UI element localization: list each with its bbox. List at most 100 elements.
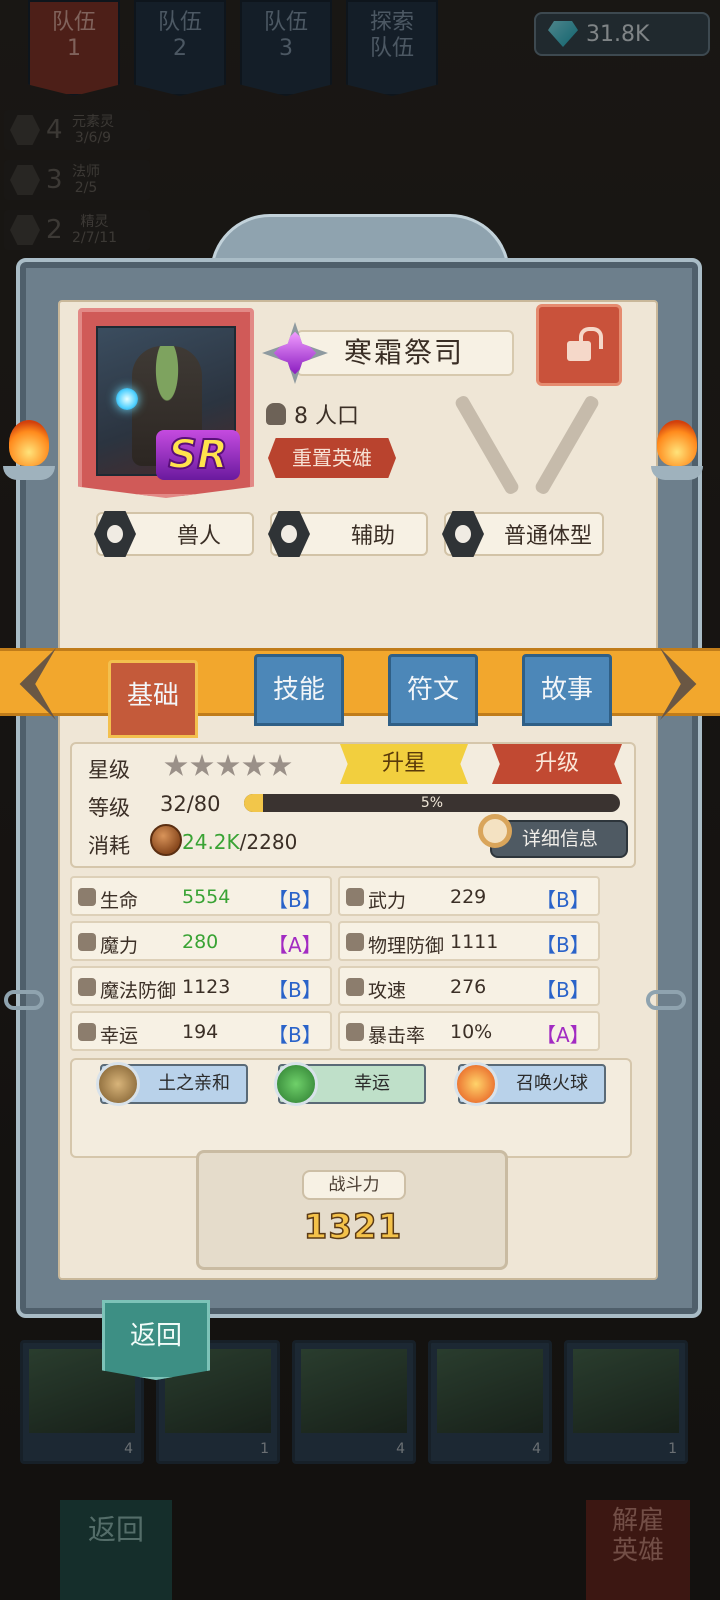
sparkle-icon	[78, 933, 96, 951]
flame-icon	[657, 420, 697, 466]
team-tab-number: 3	[279, 36, 293, 61]
attr-name: 攻速	[368, 980, 407, 1002]
attr-grade: 【B】	[536, 978, 590, 1002]
dismiss-label: 解雇	[611, 1506, 664, 1536]
bond-item[interactable]: 4 元素灵 3/6/9	[4, 110, 150, 150]
team-tab-label: 队伍	[51, 10, 96, 35]
attr-grade: 【A】	[268, 933, 322, 957]
team-tab-label: 队伍	[263, 10, 308, 35]
roster-level: 1	[668, 1441, 677, 1457]
attr-magic-def: 魔法防御 1123 【B】	[70, 966, 332, 1006]
trait-luck[interactable]: 幸运	[274, 1062, 426, 1106]
upgrade-star-button[interactable]: 升星	[340, 744, 468, 784]
attr-crit-rate: 暴击率 10% 【A】	[338, 1011, 600, 1051]
elf-icon	[10, 215, 40, 245]
star-icon	[268, 754, 292, 776]
tab-basic[interactable]: 基础	[108, 660, 198, 738]
support-cross-icon	[268, 511, 310, 557]
star-label: 星级	[88, 758, 130, 782]
bond-progress: 3/6/9	[74, 130, 112, 146]
dismiss-hero-button[interactable]: 解雇 英雄	[586, 1500, 690, 1600]
magnifier-icon	[478, 814, 512, 848]
attr-value: 5554	[182, 886, 231, 908]
body-silhouette-icon	[442, 511, 484, 557]
hero-portrait: SR	[78, 308, 254, 498]
hero-art	[573, 1349, 679, 1433]
star-icon	[242, 754, 266, 776]
bond-item[interactable]: 2 精灵 2/7/11	[4, 210, 150, 250]
roster-card[interactable]: 1	[564, 1340, 688, 1464]
bond-count: 2	[46, 215, 63, 245]
level-value: 32/80	[160, 792, 221, 816]
attr-luck: 幸运 194 【B】	[70, 1011, 332, 1051]
team-tab-3[interactable]: 队伍 3	[240, 0, 332, 96]
attr-value: 1123	[182, 976, 231, 998]
magic-shield-icon	[78, 978, 96, 996]
attr-value: 194	[182, 1021, 219, 1043]
chain-decoration	[646, 990, 686, 1010]
level-progress-text: 5%	[420, 795, 444, 811]
star-icon	[190, 754, 214, 776]
power-label: 战斗力	[302, 1170, 406, 1200]
heart-icon	[78, 888, 96, 906]
attr-phys-def: 物理防御 1111 【B】	[338, 921, 600, 961]
roster-card[interactable]: 4	[428, 1340, 552, 1464]
power-value: 1321	[303, 1206, 403, 1248]
population-icon	[266, 403, 286, 425]
attr-force: 武力 229 【B】	[338, 876, 600, 916]
gem-amount: 31.8K	[586, 21, 650, 47]
level-label: 等级	[88, 796, 130, 820]
bottom-back-button[interactable]: 返回	[60, 1500, 172, 1600]
tab-skills[interactable]: 技能	[254, 654, 344, 726]
attr-name: 魔力	[100, 935, 139, 957]
clover-icon	[78, 1023, 96, 1041]
crossed-swords-decoration	[430, 390, 620, 500]
wing-icon	[346, 978, 364, 996]
bond-item[interactable]: 3 法师 2/5	[4, 160, 150, 200]
bond-progress: 2/7/11	[72, 230, 118, 246]
hero-name: 寒霜祭司	[296, 330, 514, 376]
tab-runes[interactable]: 符文	[388, 654, 478, 726]
acorn-resource-icon	[150, 824, 182, 856]
hero-art	[301, 1349, 407, 1433]
team-tab-number: 2	[173, 36, 187, 61]
attr-value: 280	[182, 931, 219, 953]
trait-label: 幸运	[354, 1073, 390, 1094]
dismiss-label-2: 英雄	[611, 1536, 664, 1566]
attr-name: 物理防御	[368, 935, 445, 957]
team-tab-1[interactable]: 队伍 1	[28, 0, 120, 96]
attr-value: 10%	[450, 1021, 493, 1043]
torch-right	[648, 420, 706, 490]
earth-icon	[96, 1062, 140, 1106]
gem-counter[interactable]: 31.8K	[534, 12, 710, 56]
roster-level: 4	[532, 1441, 541, 1457]
level-up-button[interactable]: 升级	[492, 744, 622, 784]
reset-hero-button[interactable]: 重置英雄	[268, 438, 396, 478]
population-value: 8 人口	[294, 404, 359, 429]
roster-card[interactable]: 4	[292, 1340, 416, 1464]
star-rating	[164, 754, 292, 778]
trait-earth-affinity[interactable]: 土之亲和	[96, 1062, 248, 1106]
body-type-tag: 普通体型	[442, 511, 604, 557]
roster-level: 4	[124, 1441, 133, 1457]
roster-level: 4	[396, 1441, 405, 1457]
back-button[interactable]: 返回	[102, 1300, 210, 1380]
team-tab-label: 队伍	[157, 10, 202, 35]
clover-icon	[274, 1062, 318, 1106]
roster-level: 1	[260, 1441, 269, 1457]
lock-toggle-button[interactable]	[536, 304, 622, 386]
team-tab-number: 1	[67, 36, 81, 61]
bond-name: 法师	[72, 164, 100, 180]
bond-progress: 2/5	[74, 180, 98, 196]
beast-claw-icon	[94, 511, 136, 557]
team-tab-explore[interactable]: 探索 队伍	[346, 0, 438, 96]
attr-magic: 魔力 280 【A】	[70, 921, 332, 961]
tab-story[interactable]: 故事	[522, 654, 612, 726]
trait-summon-fireball[interactable]: 召唤火球	[454, 1062, 606, 1106]
team-tab-2[interactable]: 队伍 2	[134, 0, 226, 96]
cost-required: /2280	[239, 830, 298, 854]
cost-value: 24.2K/2280	[182, 830, 297, 854]
unlock-icon	[564, 327, 594, 363]
trait-label: 土之亲和	[158, 1073, 230, 1094]
attr-name: 暴击率	[368, 1025, 426, 1047]
